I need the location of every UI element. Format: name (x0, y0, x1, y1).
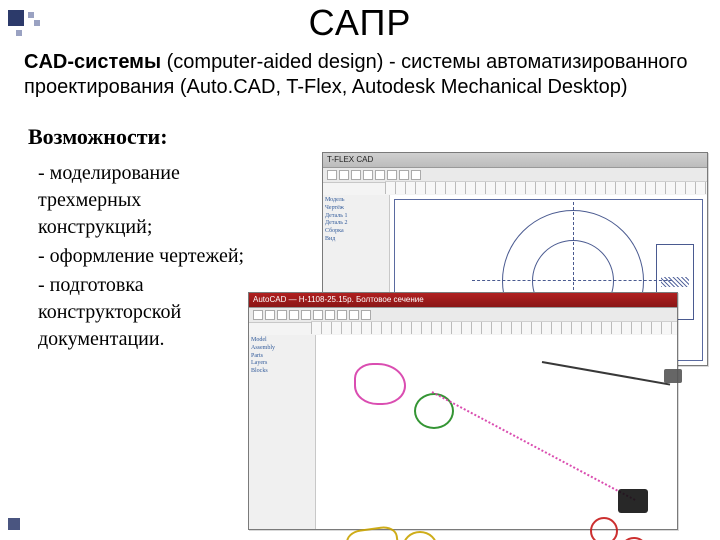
toolbar-button (327, 170, 337, 180)
tree-item: Blocks (251, 368, 313, 376)
tree-item: Сборка (325, 228, 387, 236)
toolbar-button (289, 310, 299, 320)
tree-item: Модель (325, 197, 387, 205)
toolbar-button (363, 170, 373, 180)
tree-item: Assembly (251, 345, 313, 353)
definition-term: CAD-системы (24, 51, 161, 73)
slide-title: САПР (24, 2, 696, 44)
slide: САПР CAD-системы (computer-aided design)… (0, 2, 720, 540)
drawing-canvas (316, 335, 677, 529)
toolbar-button (351, 170, 361, 180)
tree-item: Layers (251, 360, 313, 368)
part-yellow-ring (402, 531, 438, 540)
toolbar-button (337, 310, 347, 320)
exploded-parts (322, 341, 671, 523)
tree-item: Деталь 1 (325, 213, 387, 221)
slide-corner-bl (8, 518, 20, 530)
capabilities-list: - моделирование трехмерных конструкций; … (38, 160, 258, 353)
toolbar-button (349, 310, 359, 320)
toolbar-button (265, 310, 275, 320)
capability-item: - подготовка конструкторской документаци… (38, 272, 258, 353)
part-black (618, 489, 648, 513)
ruler (311, 321, 677, 334)
toolbar-button (411, 170, 421, 180)
ruler (385, 181, 707, 194)
part-pink (350, 359, 410, 409)
cad-window-autocad: AutoCAD — Н-1108-25.15р. Болтовое сечени… (248, 292, 678, 530)
window-titlebar: T-FLEX CAD (323, 153, 707, 168)
capability-item: - оформление чертежей; (38, 243, 258, 270)
screenshot-group: T-FLEX CAD Модель Чертёж Деталь 1 Деталь… (248, 152, 708, 532)
capabilities-heading: Возможности: (28, 124, 696, 150)
part-cable (542, 361, 670, 386)
toolbar-button (375, 170, 385, 180)
window-titlebar: AutoCAD — Н-1108-25.15р. Болтовое сечени… (249, 293, 677, 308)
part-yellow (344, 525, 402, 540)
toolbar-button (301, 310, 311, 320)
assembly-axis (432, 391, 636, 501)
tree-item: Parts (251, 353, 313, 361)
toolbar-button (313, 310, 323, 320)
toolbar-button (277, 310, 287, 320)
tree-item: Model (251, 337, 313, 345)
toolbar-button (253, 310, 263, 320)
part-connector (664, 369, 682, 383)
tree-item: Чертёж (325, 205, 387, 213)
definition-paragraph: CAD-системы (computer-aided design) - си… (24, 50, 696, 100)
capability-item: - моделирование трехмерных конструкций; (38, 160, 258, 241)
window-body: Model Assembly Parts Layers Blocks (249, 335, 677, 529)
toolbar-button (387, 170, 397, 180)
part-red-ring (590, 517, 618, 540)
toolbar-button (325, 310, 335, 320)
blueprint-axis-h (472, 280, 672, 281)
model-tree: Model Assembly Parts Layers Blocks (249, 335, 316, 529)
toolbar-button (361, 310, 371, 320)
tree-item: Вид (325, 236, 387, 244)
toolbar-button (339, 170, 349, 180)
toolbar-button (399, 170, 409, 180)
